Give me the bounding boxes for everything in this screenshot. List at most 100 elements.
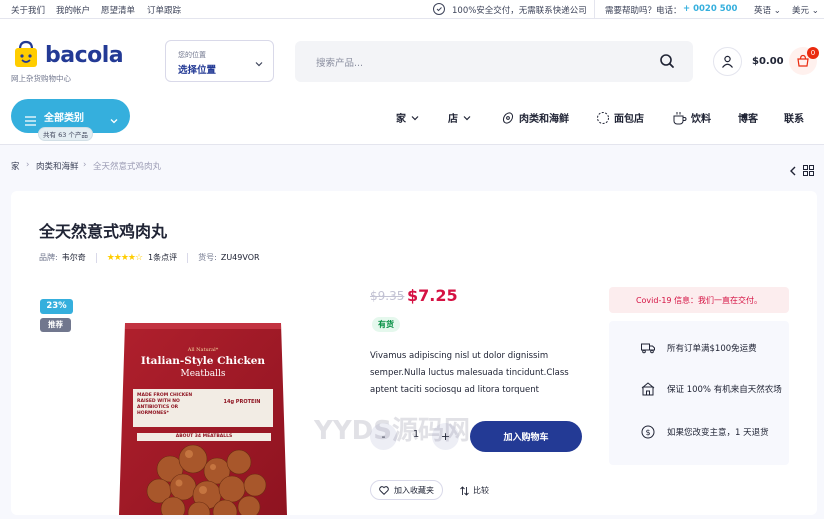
nav-beverages[interactable]: 饮料: [672, 110, 711, 125]
nav-shop[interactable]: 店: [448, 110, 472, 125]
add-to-cart-button[interactable]: 加入购物车: [470, 421, 582, 452]
old-price: $9.35: [370, 289, 405, 303]
meta-divider: [95, 252, 97, 263]
sku-label: 货号:: [198, 253, 217, 262]
language-label: 英语: [754, 6, 772, 16]
package-subtitle: MADE FROM CHICKEN RAISED WITH NO ANTIBIO…: [137, 393, 193, 416]
logo-bag-icon[interactable]: [11, 39, 41, 73]
discount-badge: 23%: [40, 299, 73, 314]
farm-icon: [641, 382, 655, 396]
rating-stars: ★★★★☆: [106, 252, 143, 263]
feature-label: 所有订单满$100免运费: [667, 344, 757, 354]
account-icon[interactable]: [713, 47, 742, 76]
language-select[interactable]: 英语 ⌄: [754, 4, 781, 16]
wishlist-button[interactable]: 加入收藏夹: [370, 480, 443, 500]
nav-home-label: 家: [396, 114, 406, 125]
meta-divider: [187, 252, 189, 263]
heart-icon: [379, 485, 389, 495]
chevron-down-icon: [254, 54, 264, 73]
wishlist-label: 加入收藏夹: [394, 485, 434, 495]
chevron-left-icon[interactable]: [789, 161, 797, 180]
secure-delivery-text: 100%安全交付，无需联系快递公司: [452, 6, 587, 16]
help-phone[interactable]: + 0020 500: [683, 4, 737, 14]
feature-returns: $ 如果您改变主意，1 天退货: [641, 425, 769, 439]
sku-value: ZU49VOR: [220, 253, 260, 262]
product-image[interactable]: All Natural* Italian-Style Chicken Meatb…: [115, 319, 291, 519]
package-protein: 14g PROTEIN: [223, 399, 261, 405]
grid-icon[interactable]: [803, 161, 814, 180]
product-description: Vivamus adipiscing nisl ut dolor digniss…: [370, 351, 569, 395]
menu-icon: [25, 111, 36, 130]
search-bar: 搜索产品...: [295, 41, 693, 82]
feature-label: 保证 100% 有机来自天然农场: [667, 385, 782, 395]
logo-text[interactable]: bacola: [45, 43, 124, 68]
chevron-down-icon: [463, 115, 471, 120]
top-bar: 关于我们 我的帐户 愿望清单 订单跟踪 100%安全交付，无需联系快递公司 需要…: [0, 0, 824, 19]
nav-beverages-label: 饮料: [691, 114, 711, 125]
nav-contact-label: 联系: [784, 114, 804, 125]
svg-text:$: $: [645, 428, 650, 437]
reviews-link[interactable]: 1条点评: [148, 252, 177, 263]
recommend-badge: 推荐: [40, 318, 71, 332]
covid-notice: Covid-19 信息：我们一直在交付。: [609, 287, 789, 313]
nav-home[interactable]: 家: [396, 110, 420, 125]
nav-meat-seafood-label: 肉类和海鲜: [519, 114, 569, 125]
logo-tagline: 网上杂货购物中心: [11, 74, 71, 83]
cart-count-badge: 0: [807, 47, 819, 59]
top-link-about[interactable]: 关于我们: [11, 4, 45, 16]
feature-free-shipping: 所有订单满$100免运费: [641, 342, 757, 354]
top-link-account[interactable]: 我的帐户: [56, 4, 90, 16]
chevron-down-icon: [411, 115, 419, 120]
breadcrumb-home[interactable]: 家: [11, 160, 20, 172]
quantity-input[interactable]: 1: [409, 429, 423, 440]
quantity-minus-button[interactable]: -: [370, 423, 397, 450]
brand-label: 品牌:: [39, 253, 58, 262]
nav-bakery[interactable]: 面包店: [596, 110, 644, 125]
breadcrumb-separator-icon: ›: [26, 160, 30, 170]
quantity-plus-button[interactable]: +: [432, 423, 459, 450]
package-count: ABOUT 34 MEATBALLS: [175, 434, 233, 439]
top-divider: [594, 0, 595, 19]
nav-blog-label: 博客: [738, 114, 758, 125]
location-value: 选择位置: [178, 65, 217, 76]
cart-total[interactable]: $0.00: [752, 56, 784, 67]
top-link-order-tracking[interactable]: 订单跟踪: [147, 4, 181, 16]
site-header: bacola 网上杂货购物中心 您的位置 选择位置 搜索产品... $0.00 …: [0, 19, 824, 145]
coffee-cup-icon: [673, 111, 687, 124]
nav-blog[interactable]: 博客: [738, 110, 758, 125]
product-title: 全天然意式鸡肉丸: [39, 222, 168, 241]
categories-count-badge: 共有 63 个产品: [38, 127, 93, 141]
package-name-line1: Italian-Style Chicken: [140, 355, 266, 367]
meat-icon: [502, 111, 514, 124]
stock-badge: 有货: [372, 317, 400, 332]
search-input[interactable]: 搜索产品...: [316, 55, 363, 69]
location-selector[interactable]: 您的位置 选择位置: [165, 40, 274, 82]
breadcrumb-separator-icon: ›: [83, 160, 87, 170]
breadcrumb-category[interactable]: 肉类和海鲜: [36, 160, 79, 172]
current-price: $7.25: [407, 286, 458, 305]
truck-icon: [641, 343, 655, 354]
feature-organic: 保证 100% 有机来自天然农场: [641, 382, 782, 396]
brand-value[interactable]: 韦尔奇: [62, 252, 86, 263]
package-name-line2: Meatballs: [180, 369, 226, 379]
nav-shop-label: 店: [448, 114, 458, 125]
breadcrumb-current: 全天然意式鸡肉丸: [93, 162, 162, 172]
search-icon[interactable]: [659, 53, 675, 73]
help-text: 需要帮助吗？电话：: [605, 6, 682, 16]
secure-icon: [432, 2, 446, 19]
nav-contact[interactable]: 联系: [784, 110, 804, 125]
nav-meat-seafood[interactable]: 肉类和海鲜: [501, 110, 569, 125]
chevron-down-icon: [109, 111, 119, 130]
compare-button[interactable]: 比较: [460, 485, 489, 496]
feature-label: 如果您改变主意，1 天退货: [667, 428, 769, 438]
package-brand: All Natural*: [187, 347, 219, 353]
top-link-wishlist[interactable]: 愿望清单: [101, 4, 135, 16]
product-card: 全天然意式鸡肉丸 品牌: 韦尔奇 ★★★★☆ 1条点评 货号: ZU49VOR …: [11, 191, 817, 519]
currency-select[interactable]: 美元 ⌄: [792, 4, 819, 16]
currency-label: 美元: [792, 6, 810, 16]
categories-label: 全部类别: [44, 113, 84, 124]
nav-bakery-label: 面包店: [614, 114, 644, 125]
dollar-circle-icon: $: [641, 425, 655, 439]
compare-label: 比较: [473, 486, 489, 495]
compare-arrows-icon: [460, 485, 469, 496]
